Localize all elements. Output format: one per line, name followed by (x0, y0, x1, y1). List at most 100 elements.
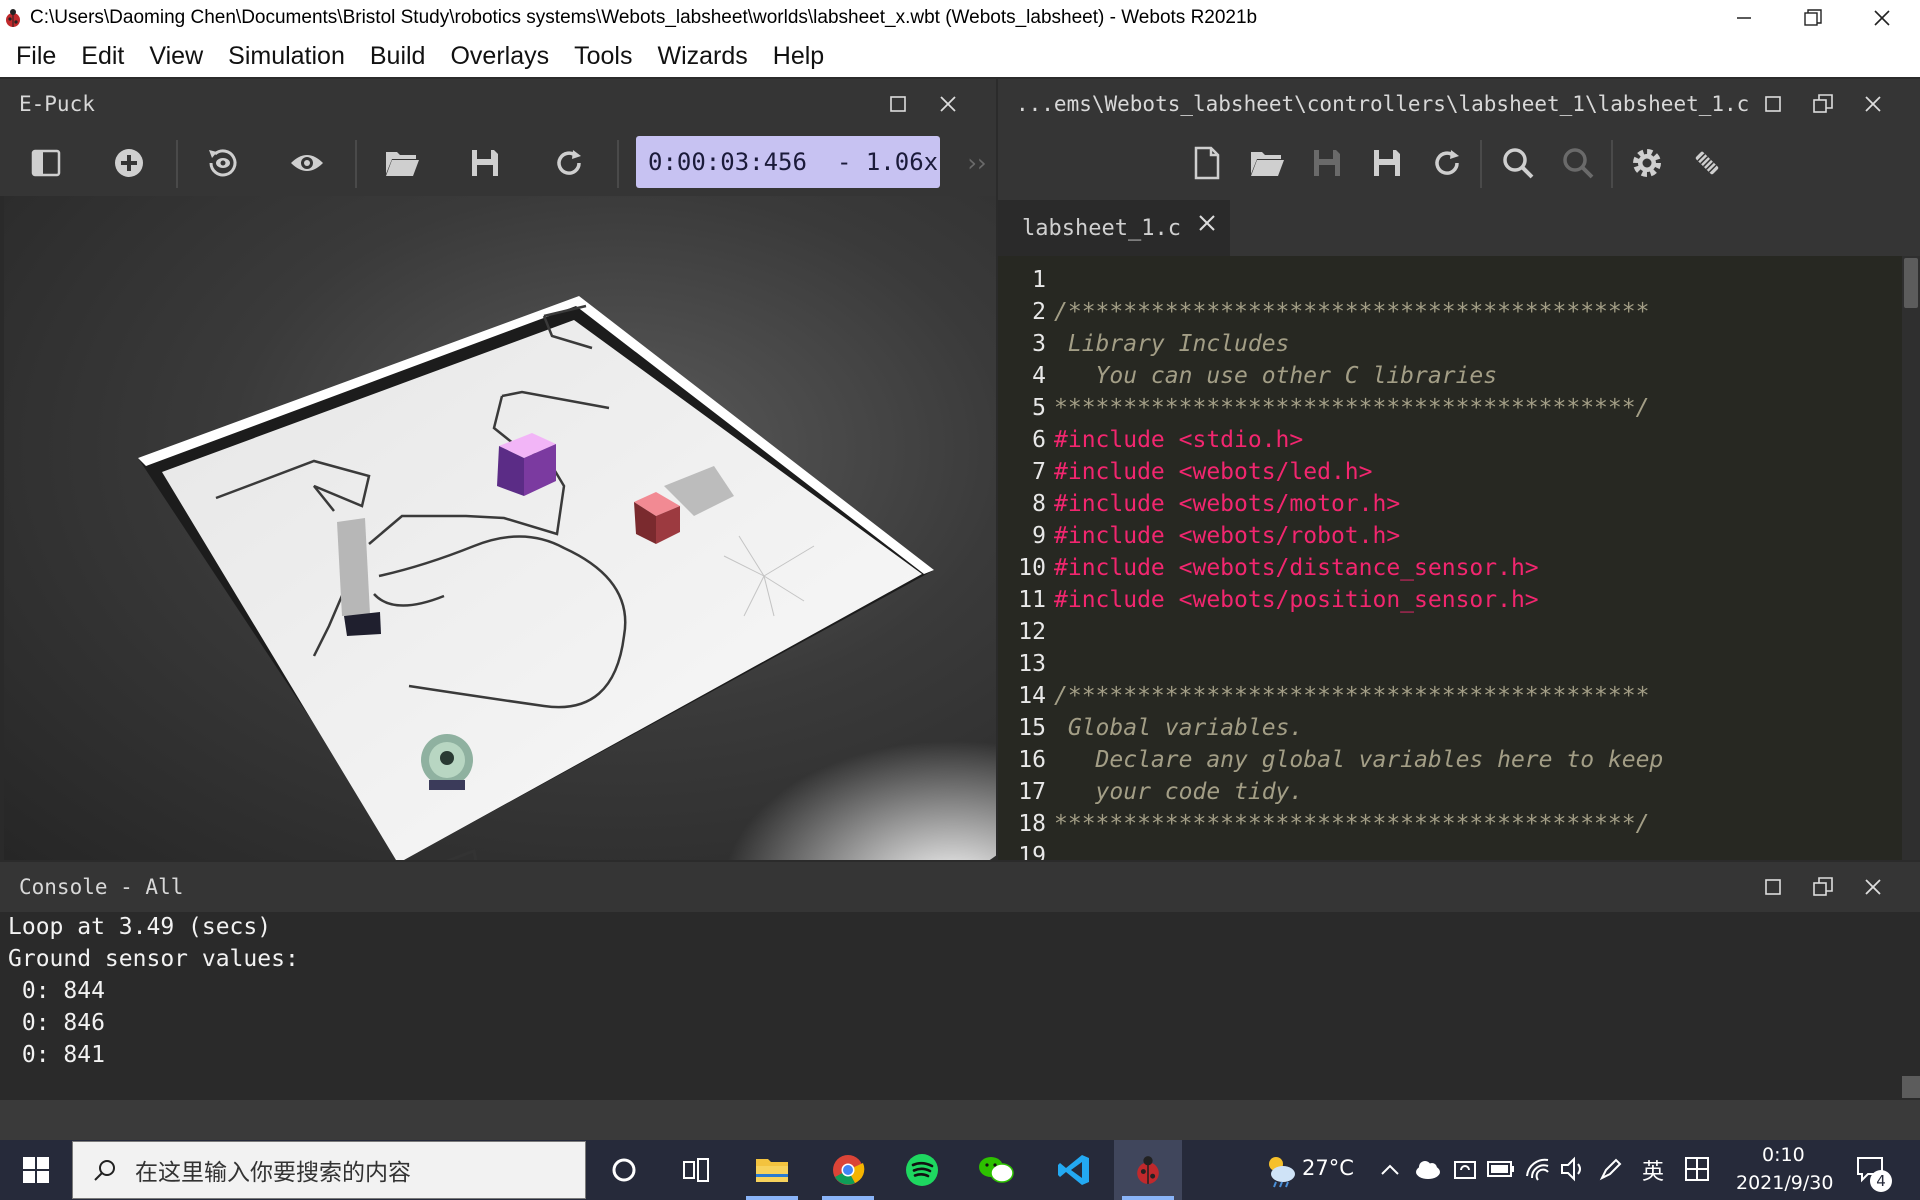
save-all-button[interactable] (1366, 142, 1408, 184)
folder-open-icon (386, 152, 419, 176)
code-line[interactable]: 19 (998, 840, 1898, 860)
find-button[interactable] (1497, 142, 1539, 184)
toggle-scene-tree-button[interactable] (25, 142, 67, 184)
file-explorer-app[interactable] (738, 1140, 806, 1200)
clock-date[interactable]: 2021/9/30 (1736, 1172, 1833, 1194)
save-icon (1314, 150, 1340, 176)
vscode-app[interactable] (1040, 1140, 1108, 1200)
new-file-button[interactable] (1186, 142, 1228, 184)
clock-time[interactable]: 0:10 (1762, 1144, 1805, 1166)
float-window-icon (1813, 94, 1833, 113)
line-number: 8 (1032, 491, 1046, 517)
menu-help[interactable]: Help (761, 42, 837, 71)
menu-tools[interactable]: Tools (562, 42, 645, 71)
line-number: 5 (1032, 395, 1046, 421)
console-close-button[interactable] (1853, 862, 1893, 912)
float-window-icon (1813, 877, 1833, 896)
input-method-indicator[interactable]: 英 (1642, 1154, 1664, 1186)
cortana-button[interactable] (590, 1140, 658, 1200)
close-button[interactable] (1848, 0, 1916, 35)
code-line[interactable]: 17 your code tidy. (998, 776, 1898, 808)
console-output[interactable]: Loop at 3.49 (secs) Ground sensor values… (0, 912, 1920, 1100)
wechat-app[interactable] (962, 1140, 1030, 1200)
code-line[interactable]: 1 (998, 264, 1898, 296)
code-line[interactable]: 5 ***************************************… (998, 392, 1898, 424)
code-line[interactable]: 4 You can use other C libraries (998, 360, 1898, 392)
chevron-up-icon[interactable] (1380, 1160, 1400, 1180)
ime-mode-icon[interactable] (1684, 1156, 1710, 1182)
active-indicator (1122, 1196, 1174, 1200)
volume-icon[interactable] (1560, 1156, 1588, 1182)
webots-app[interactable] (1114, 1140, 1182, 1200)
search-icon (1503, 148, 1534, 179)
replace-button[interactable] (1557, 142, 1599, 184)
restore-button[interactable] (1779, 0, 1847, 35)
taskbar-search-box[interactable]: 在这里输入你要搜索的内容 (72, 1141, 586, 1199)
sync-icon[interactable] (1452, 1157, 1478, 1183)
editor-scrollbar[interactable] (1902, 256, 1920, 860)
line-text: Global variables. (1054, 715, 1304, 741)
menu-view[interactable]: View (137, 42, 216, 71)
toolbar-overflow-button[interactable]: ›› (956, 142, 998, 184)
onedrive-icon[interactable] (1414, 1158, 1442, 1180)
menu-edit[interactable]: Edit (69, 42, 137, 71)
code-line[interactable]: 3 Library Includes (998, 328, 1898, 360)
chrome-app[interactable] (814, 1140, 882, 1200)
new-file-icon (1194, 146, 1220, 180)
open-file-button[interactable] (1246, 142, 1288, 184)
viewpoint-button[interactable] (286, 142, 328, 184)
weather-temperature[interactable]: 27°C (1302, 1156, 1354, 1180)
code-line[interactable]: 11 #include <webots/position_sensor.h> (998, 584, 1898, 616)
code-line[interactable]: 16 Declare any global variables here to … (998, 744, 1898, 776)
spotify-app[interactable] (888, 1140, 956, 1200)
code-line[interactable]: 15 Global variables. (998, 712, 1898, 744)
code-line[interactable]: 7 #include <webots/led.h> (998, 456, 1898, 488)
save-world-button[interactable] (464, 142, 506, 184)
task-view-button[interactable] (662, 1140, 730, 1200)
simulation-time: 0:00:03:456 (648, 148, 807, 176)
simulation-speed: - 1.06x (836, 148, 939, 176)
tab-labsheet-1[interactable]: labsheet_1.c (998, 200, 1230, 256)
code-editor[interactable]: 1 2/*************************************… (998, 256, 1920, 860)
code-line[interactable]: 10 #include <webots/distance_sensor.h> (998, 552, 1898, 584)
line-text: Library Includes (1054, 331, 1290, 357)
console-scrollbar[interactable] (1902, 1076, 1920, 1098)
wifi-icon[interactable] (1524, 1156, 1552, 1182)
code-line[interactable]: 13 (998, 648, 1898, 680)
code-line[interactable]: 9 #include <webots/robot.h> (998, 520, 1898, 552)
code-line[interactable]: 12 (998, 616, 1898, 648)
minimize-button[interactable] (1710, 0, 1778, 35)
console-float-button[interactable] (1803, 862, 1843, 912)
start-button[interactable] (0, 1140, 72, 1200)
menu-build[interactable]: Build (358, 42, 439, 71)
code-line[interactable]: 14 /*************************************… (998, 680, 1898, 712)
close-icon[interactable] (1198, 214, 1216, 232)
reset-view-button[interactable] (202, 142, 244, 184)
code-line[interactable]: 8 #include <webots/motor.h> (998, 488, 1898, 520)
build-settings-button[interactable] (1626, 142, 1668, 184)
pen-icon[interactable] (1598, 1156, 1624, 1182)
scene-3d-view[interactable] (0, 196, 996, 860)
battery-icon[interactable] (1487, 1160, 1515, 1178)
code-line[interactable]: 18 **************************************… (998, 808, 1898, 840)
scrollbar-thumb[interactable] (1904, 258, 1918, 308)
active-indicator (746, 1196, 798, 1200)
line-number: 3 (1032, 331, 1046, 357)
reload-world-button[interactable] (548, 142, 590, 184)
weather-icon[interactable] (1262, 1152, 1298, 1188)
menu-overlays[interactable]: Overlays (438, 42, 562, 71)
save-file-button[interactable] (1306, 142, 1348, 184)
menu-wizards[interactable]: Wizards (645, 42, 760, 71)
menu-simulation[interactable]: Simulation (216, 42, 358, 71)
add-node-button[interactable] (108, 142, 150, 184)
clean-button[interactable] (1686, 142, 1728, 184)
revert-file-button[interactable] (1426, 142, 1468, 184)
search-replace-icon (1563, 148, 1594, 179)
grey-obstacle (337, 518, 370, 616)
open-world-button[interactable] (381, 142, 423, 184)
code-line[interactable]: 2 /**************************************… (998, 296, 1898, 328)
console-maximize-button[interactable] (1753, 862, 1793, 912)
menu-file[interactable]: File (4, 42, 69, 71)
arena-render (138, 296, 996, 860)
code-line[interactable]: 6 #include <stdio.h> (998, 424, 1898, 456)
